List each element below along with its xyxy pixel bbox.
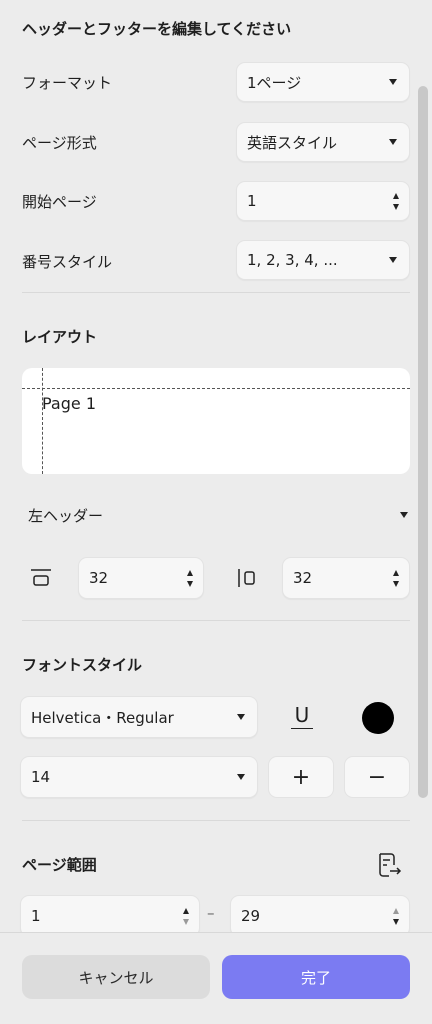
start-page-label: 開始ページ <box>22 193 97 211</box>
left-margin-icon <box>234 566 260 590</box>
page-range-title: ページ範囲 <box>22 856 97 874</box>
decrease-size-button[interactable]: − <box>344 756 410 798</box>
divider <box>22 620 410 621</box>
underline-icon: U <box>294 702 310 727</box>
top-margin-value: 32 <box>89 569 109 587</box>
format-select[interactable]: 1ページ <box>236 62 410 102</box>
page-range-from-stepper[interactable]: 1 <box>20 895 200 932</box>
range-separator: – <box>207 904 215 922</box>
scrollbar-thumb[interactable] <box>418 86 428 798</box>
start-page-value: 1 <box>247 192 257 210</box>
page-range-to-value: 29 <box>241 907 261 925</box>
stepper-arrows-icon[interactable] <box>393 907 399 925</box>
layout-preview: Page 1 <box>22 368 410 474</box>
stepper-arrows-icon[interactable] <box>187 569 193 587</box>
chevron-down-icon <box>389 257 397 263</box>
chevron-down-icon <box>237 774 245 780</box>
underline-button[interactable]: U <box>284 700 320 734</box>
footer-bar: キャンセル 完了 <box>0 932 432 1024</box>
number-style-label: 番号スタイル <box>22 253 113 271</box>
panel-title: ヘッダーとフッターを編集してください <box>22 20 292 38</box>
page-range-from-value: 1 <box>31 907 41 925</box>
plus-icon: + <box>291 764 311 790</box>
left-margin-value: 32 <box>293 569 313 587</box>
page-format-label: ページ形式 <box>22 134 97 152</box>
font-size-value: 14 <box>31 768 51 786</box>
text-color-swatch[interactable] <box>362 702 394 734</box>
chevron-down-icon <box>237 714 245 720</box>
number-style-value: 1, 2, 3, 4, ... <box>247 251 338 269</box>
header-position-select[interactable]: 左ヘッダー <box>22 500 410 530</box>
stepper-arrows-icon[interactable] <box>183 907 189 925</box>
start-page-stepper[interactable]: 1 <box>236 181 410 221</box>
increase-size-button[interactable]: + <box>268 756 334 798</box>
layout-title: レイアウト <box>22 328 98 346</box>
preview-page-label: Page 1 <box>42 394 96 413</box>
format-label: フォーマット <box>22 74 113 92</box>
font-family-value: Helvetica・Regular <box>31 708 174 727</box>
underline-bar <box>291 727 313 730</box>
minus-icon: − <box>367 764 387 790</box>
margin-guide-line <box>42 368 43 474</box>
font-size-select[interactable]: 14 <box>20 756 258 798</box>
font-family-select[interactable]: Helvetica・Regular <box>20 696 258 738</box>
scroll-area: ヘッダーとフッターを編集してください フォーマット 1ページ ページ形式 英語ス… <box>0 0 432 932</box>
stepper-arrows-icon[interactable] <box>393 569 399 587</box>
format-value: 1ページ <box>247 73 302 92</box>
chevron-down-icon <box>400 512 408 518</box>
top-margin-stepper[interactable]: 32 <box>78 557 204 599</box>
cancel-button[interactable]: キャンセル <box>22 955 210 999</box>
divider <box>22 820 410 821</box>
chevron-down-icon <box>389 139 397 145</box>
page-format-select[interactable]: 英語スタイル <box>236 122 410 162</box>
number-style-select[interactable]: 1, 2, 3, 4, ... <box>236 240 410 280</box>
header-guide-line <box>22 388 410 389</box>
header-footer-panel: ヘッダーとフッターを編集してください フォーマット 1ページ ページ形式 英語ス… <box>0 0 432 1024</box>
header-position-value: 左ヘッダー <box>28 506 104 525</box>
chevron-down-icon <box>389 79 397 85</box>
divider <box>22 292 410 293</box>
page-range-to-stepper[interactable]: 29 <box>230 895 410 932</box>
swap-range-icon[interactable] <box>374 850 404 880</box>
stepper-arrows-icon[interactable] <box>393 192 399 210</box>
font-style-title: フォントスタイル <box>22 656 143 674</box>
left-margin-stepper[interactable]: 32 <box>282 557 410 599</box>
done-button[interactable]: 完了 <box>222 955 410 999</box>
page-format-value: 英語スタイル <box>247 133 338 152</box>
top-margin-icon <box>28 566 54 590</box>
